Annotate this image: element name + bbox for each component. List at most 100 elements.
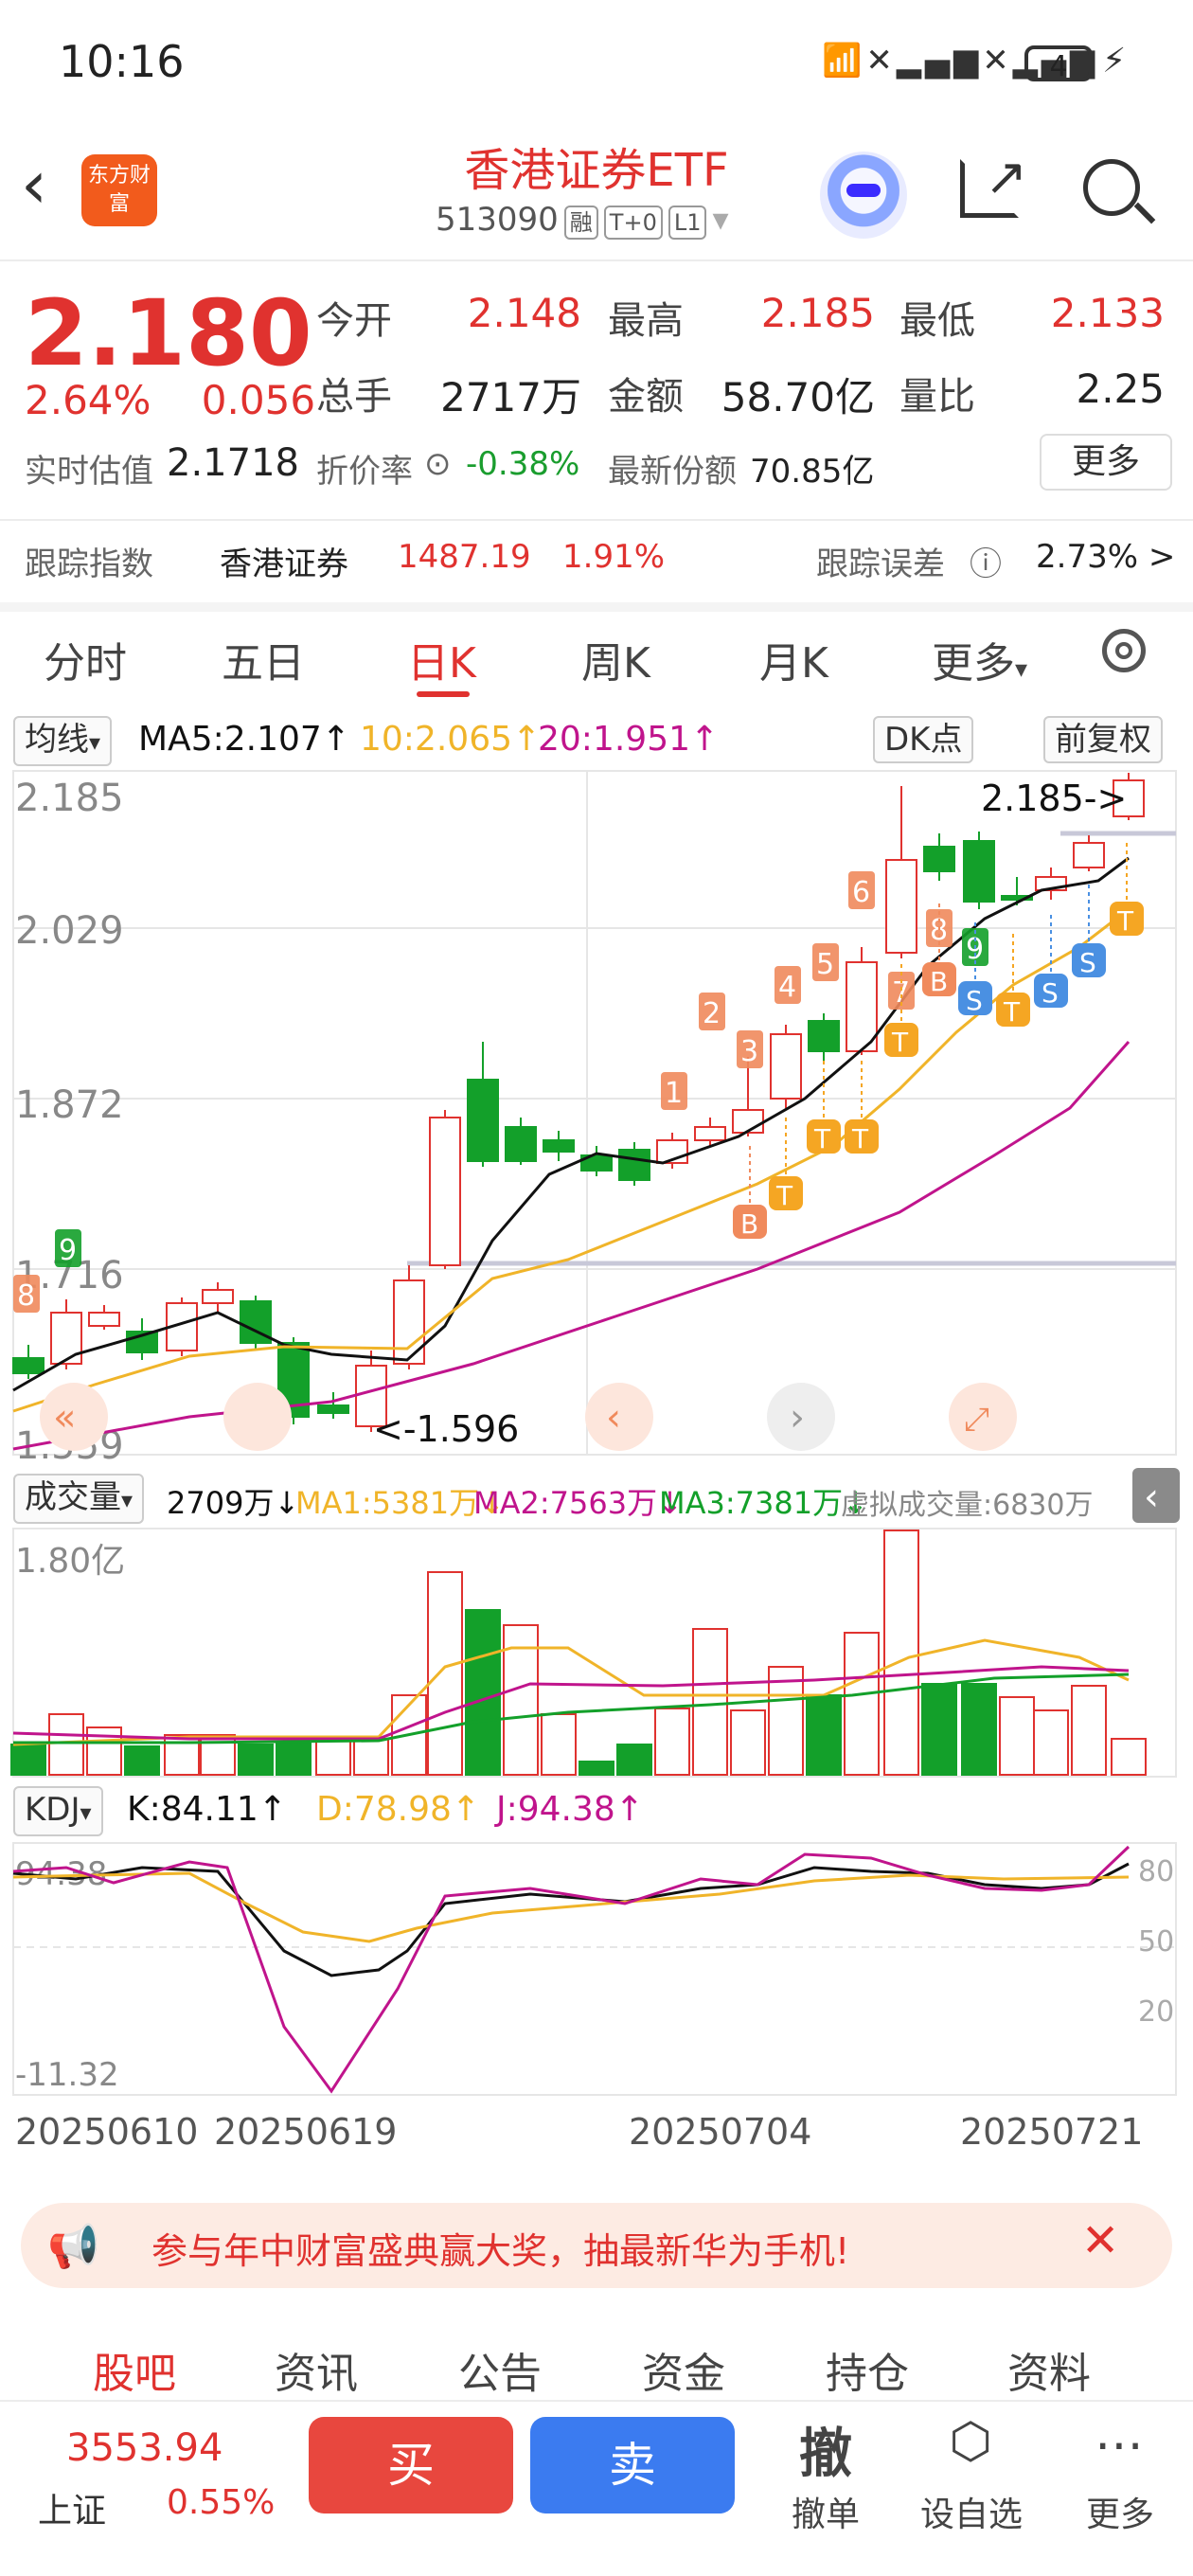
chevron-left-icon: ‹ <box>1144 1476 1159 1519</box>
tab-active-indicator <box>417 691 470 697</box>
discount-label: 折价率 <box>316 453 413 491</box>
chevron-right-icon: › <box>790 1396 805 1440</box>
indicator-select-label: 均线 <box>25 721 89 759</box>
volume-bar <box>48 1713 84 1776</box>
signal-number: 3 <box>740 1035 758 1068</box>
info-icon[interactable]: ⊙ <box>424 445 452 483</box>
candle-body <box>732 1109 764 1134</box>
volume-bar <box>921 1683 957 1776</box>
add-watchlist-icon[interactable]: ⬡ <box>937 2413 1004 2470</box>
signal-number: 5 <box>816 948 834 981</box>
tab-news[interactable]: 资讯 <box>275 2339 358 2400</box>
security-code-row[interactable]: 513090 融 T+0 L1 ▾ <box>436 201 729 240</box>
signal-markers: 89123456789BTT TTBS TSST <box>13 843 1144 1313</box>
kdj-select[interactable]: KDJ▾ <box>13 1786 103 1836</box>
volume-bar <box>276 1742 312 1776</box>
more-icon[interactable]: ⋯ <box>1081 2417 1157 2474</box>
volume-bar <box>315 1740 351 1776</box>
kline-chart-area[interactable]: 2.185 2.029 1.872 1.716 1.559 8912345678… <box>0 765 1193 2404</box>
cancel-order-icon[interactable]: 撤 <box>788 2411 864 2488</box>
dk-point-button[interactable]: DK点 <box>873 716 974 763</box>
signal-letter: T <box>1003 996 1021 1028</box>
change-amount: 0.056 <box>201 377 316 423</box>
kdj-select-label: KDJ <box>25 1791 80 1829</box>
kdj-d-value: D:78.98↑ <box>316 1790 481 1829</box>
add-watchlist-label: 设自选 <box>919 2496 1023 2534</box>
signal-number: 6 <box>852 876 870 909</box>
candle-body <box>50 1312 82 1365</box>
t0-tag: T+0 <box>603 206 663 240</box>
shares-label: 最新份额 <box>608 453 737 491</box>
high-value: 2.185 <box>760 290 875 336</box>
caret-down-icon: ▾ <box>121 1487 134 1513</box>
cancel-order-label: 撤单 <box>791 2496 860 2534</box>
signal-letter: T <box>813 1123 831 1154</box>
search-icon-handle <box>1133 202 1156 224</box>
tab-forum[interactable]: 股吧 <box>93 2339 176 2400</box>
candle-body <box>1073 842 1105 868</box>
candle-body <box>963 840 995 903</box>
tab-more-label: 更多 <box>932 639 1015 688</box>
high-label: 最高 <box>608 299 684 343</box>
signal-number: 8 <box>17 1279 35 1313</box>
tab-daily-k[interactable]: 日K <box>407 629 476 689</box>
tab-monthly-k[interactable]: 月K <box>759 629 828 689</box>
volume-bar <box>616 1744 652 1776</box>
search-icon[interactable] <box>1083 159 1140 216</box>
tab-holdings[interactable]: 持仓 <box>826 2339 909 2400</box>
low-value: 2.133 <box>1050 290 1165 336</box>
tab-intraday[interactable]: 分时 <box>44 629 127 689</box>
battery-icon: 4 <box>1024 45 1093 83</box>
ai-assistant-eyes <box>846 184 881 197</box>
candlesticks <box>12 773 1145 1432</box>
tab-fund-flow[interactable]: 资金 <box>642 2339 725 2400</box>
tracking-error-value[interactable]: 2.73% > <box>1036 538 1175 576</box>
tracking-index-name[interactable]: 香港证券 <box>220 538 348 584</box>
date-label: 20250721 <box>960 2111 1143 2153</box>
sell-button[interactable]: 卖 <box>530 2417 735 2513</box>
volume-bar <box>124 1745 160 1776</box>
adjust-mode-button[interactable]: 前复权 <box>1043 716 1163 763</box>
tab-announcements[interactable]: 公告 <box>458 2339 542 2400</box>
date-label: 20250610 <box>15 2111 198 2153</box>
back-button[interactable]: ‹ <box>21 152 47 218</box>
indicator-select[interactable]: 均线▾ <box>13 716 113 766</box>
open-label: 今开 <box>316 299 392 343</box>
volume-bar <box>768 1666 804 1776</box>
signal-letter: S <box>966 985 983 1016</box>
volume-bar <box>1071 1685 1107 1776</box>
volume-bar <box>999 1696 1035 1776</box>
volume-bar <box>465 1609 501 1776</box>
help-icon[interactable]: ⓘ <box>970 538 1002 584</box>
tab-five-day[interactable]: 五日 <box>222 629 305 689</box>
volume-bar <box>353 1738 389 1776</box>
kdj-k-line <box>12 1862 1130 1977</box>
more-quote-button[interactable]: 更多 <box>1040 434 1172 491</box>
tab-profile[interactable]: 资料 <box>1007 2339 1091 2400</box>
dropdown-icon: ▾ <box>712 201 729 239</box>
volume-bar <box>238 1744 274 1776</box>
kdj-lines <box>12 1845 1131 2094</box>
volume-bar <box>692 1628 728 1776</box>
signal-letter: B <box>740 1208 758 1240</box>
kdj-j-value: J:94.38↑ <box>496 1790 644 1829</box>
close-banner-icon[interactable]: ✕ <box>1081 2214 1119 2267</box>
more-label: 更多 <box>1085 2496 1154 2534</box>
zoom-out-button[interactable] <box>223 1383 292 1451</box>
signal-letter: T <box>1116 905 1134 937</box>
candle-body <box>202 1289 234 1304</box>
chevron-left-icon: ‹ <box>606 1396 621 1440</box>
date-label: 20250704 <box>629 2111 811 2153</box>
signal-letter: T <box>891 1027 909 1058</box>
signal-letter: S <box>1079 947 1096 978</box>
candle-body <box>923 846 955 872</box>
tab-more[interactable]: 更多▾ <box>932 629 1027 689</box>
market-index-value[interactable]: 3553.94 <box>66 2426 223 2470</box>
tab-weekly-k[interactable]: 周K <box>581 629 650 689</box>
app-logo: 东方财富 <box>81 154 157 226</box>
volume-select[interactable]: 成交量▾ <box>13 1474 145 1524</box>
amount-value: 58.70亿 <box>721 374 875 420</box>
volume-bar <box>1033 1709 1069 1776</box>
buy-button[interactable]: 买 <box>309 2417 513 2513</box>
volume-bar <box>961 1683 997 1776</box>
